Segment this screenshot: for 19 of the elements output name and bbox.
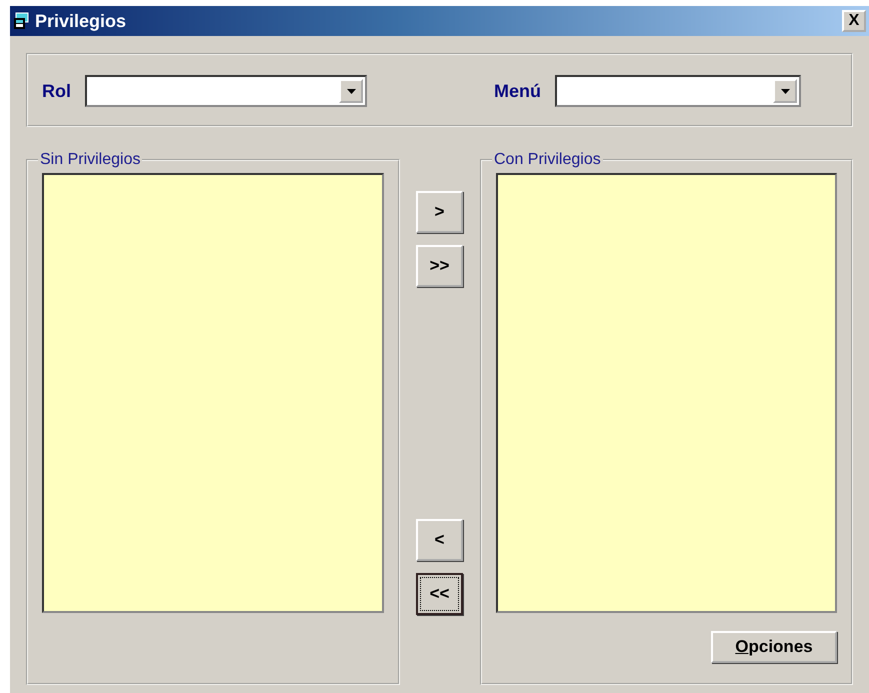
filter-label: Menú: [494, 80, 541, 102]
transfer-button[interactable]: <: [416, 519, 463, 561]
transfer-button[interactable]: >>: [416, 245, 463, 287]
options-button[interactable]: Opciones: [711, 631, 837, 663]
window-title: Privilegios: [35, 10, 128, 32]
list-box[interactable]: [42, 173, 384, 613]
transfer-button[interactable]: <<: [416, 573, 463, 615]
list-box[interactable]: [496, 173, 837, 613]
dropdown-field[interactable]: [85, 75, 367, 107]
close-button[interactable]: X: [842, 10, 866, 32]
filter-label: Rol: [42, 80, 71, 102]
dropdown-button[interactable]: [339, 79, 363, 103]
caret-icon: [346, 88, 356, 94]
transfer-button[interactable]: >: [416, 191, 463, 233]
dropdown-button[interactable]: [773, 79, 797, 103]
group-title: Sin Privilegios: [39, 151, 142, 169]
group-title: Con Privilegios: [493, 151, 602, 169]
dropdown-field[interactable]: [555, 75, 801, 107]
caret-icon: [780, 88, 790, 94]
